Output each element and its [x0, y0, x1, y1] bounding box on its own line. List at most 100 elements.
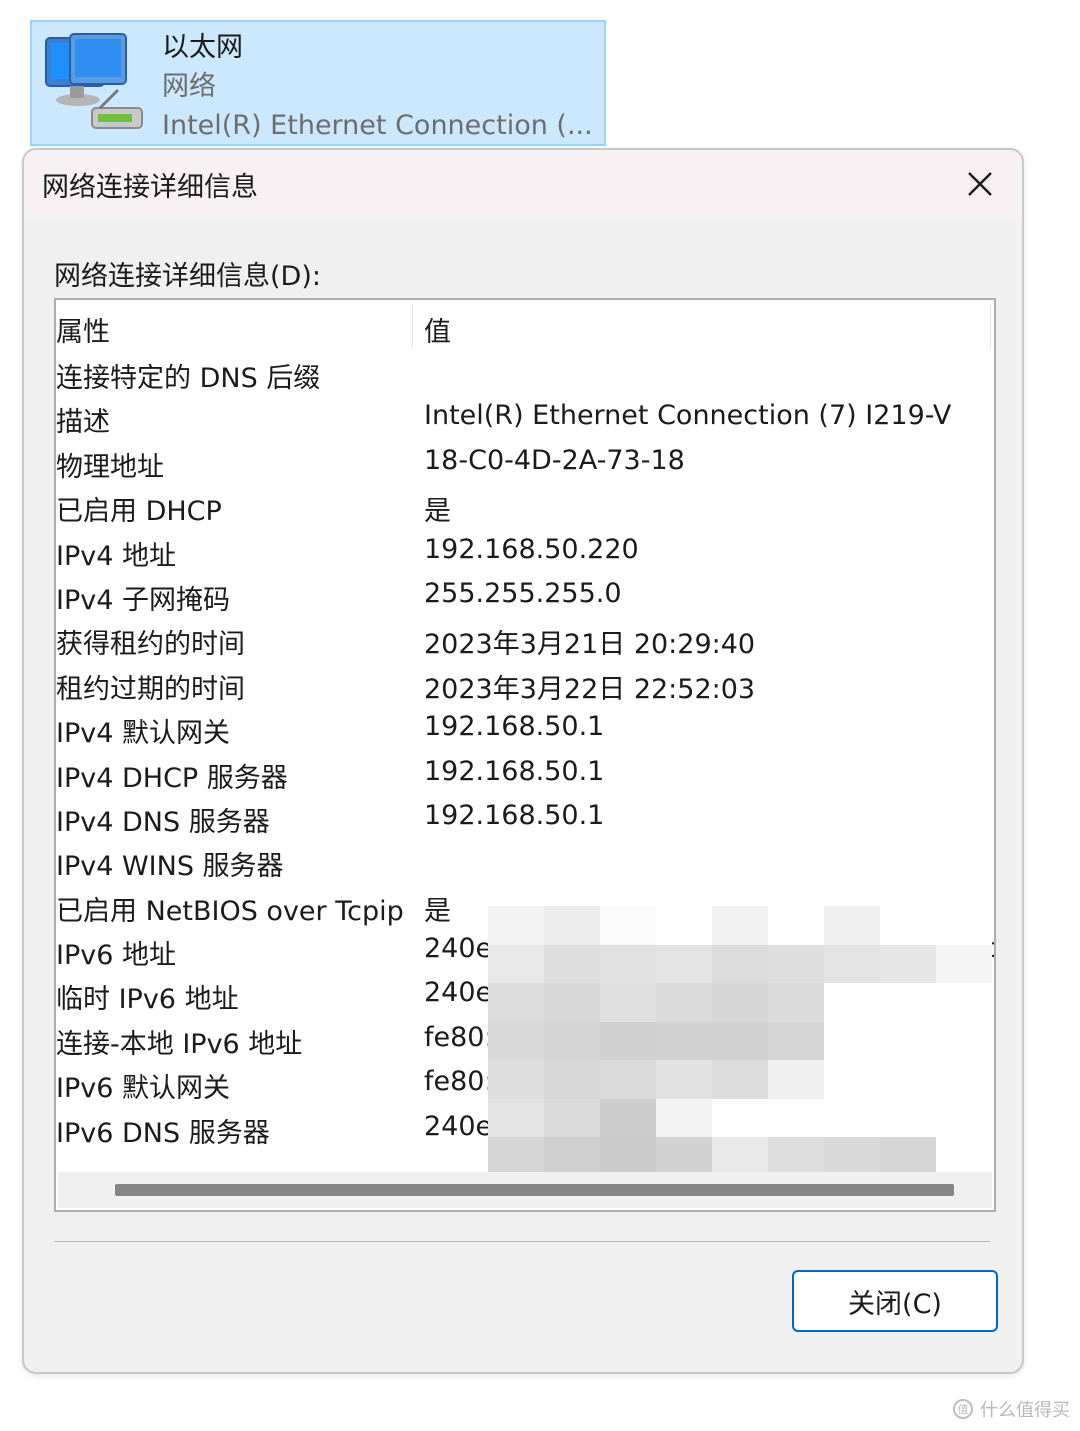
watermark-logo-icon: 值 — [953, 1399, 973, 1419]
redaction-block — [880, 944, 936, 985]
row-value: 2023年3月21日 20:29:40 — [424, 629, 756, 661]
row-value: 是 — [424, 496, 451, 528]
table-row[interactable]: 物理地址 18-C0-4D-2A-73-18 — [56, 441, 994, 485]
table-row[interactable]: IPv4 WINS 服务器 — [56, 840, 994, 884]
row-property: 已启用 NetBIOS over Tcpip — [56, 895, 404, 927]
row-value: fe80: — [424, 1021, 494, 1053]
row-value: 192.168.50.1 — [424, 755, 605, 787]
redaction-block — [600, 1060, 656, 1101]
table-row[interactable]: IPv4 子网掩码 255.255.255.0 — [56, 574, 994, 618]
redaction-block — [712, 1098, 768, 1139]
redaction-block — [936, 1060, 992, 1101]
table-row[interactable]: 描述 Intel(R) Ethernet Connection (7) I219-… — [56, 396, 994, 440]
row-property: 已启用 DHCP — [56, 496, 222, 528]
row-value: Intel(R) Ethernet Connection (7) I219-V — [424, 400, 952, 432]
row-property: IPv4 子网掩码 — [56, 584, 230, 616]
redaction-block — [544, 1021, 600, 1062]
redaction-block — [712, 944, 768, 985]
redaction-block — [768, 1060, 824, 1101]
row-property: 描述 — [56, 407, 110, 439]
redaction-block — [712, 1021, 768, 1062]
column-header-value[interactable]: 值 — [424, 310, 451, 349]
redaction-block — [768, 1021, 824, 1062]
row-value: 240e — [424, 1110, 493, 1142]
row-property: 租约过期的时间 — [56, 673, 245, 705]
redaction-block — [488, 1060, 544, 1101]
redaction-block — [656, 944, 712, 985]
row-property: IPv6 默认网关 — [56, 1073, 230, 1105]
redaction-block — [768, 1098, 824, 1139]
details-list-view[interactable]: 属性 值 连接特定的 DNS 后缀描述 Intel(R) Ethernet Con… — [54, 298, 996, 1212]
horizontal-scrollbar-thumb[interactable] — [115, 1184, 954, 1196]
row-property: 获得租约的时间 — [56, 629, 245, 661]
redaction-block — [880, 906, 936, 946]
table-row[interactable]: IPv4 DNS 服务器 192.168.50.1 — [56, 796, 994, 840]
watermark: 值 什么值得买 — [952, 1396, 1070, 1422]
table-row[interactable]: IPv4 DHCP 服务器 192.168.50.1 — [56, 752, 994, 796]
close-icon[interactable] — [960, 164, 1000, 204]
row-property: IPv4 DHCP 服务器 — [56, 762, 288, 794]
redaction-block — [768, 983, 824, 1024]
redaction-block — [936, 1021, 992, 1062]
redaction-block — [936, 1098, 992, 1139]
redaction-block — [824, 1060, 880, 1101]
horizontal-scrollbar[interactable] — [58, 1172, 992, 1208]
column-separator[interactable] — [412, 304, 413, 348]
row-property: IPv4 DNS 服务器 — [56, 806, 270, 838]
redaction-block — [488, 1021, 544, 1062]
redaction-block — [880, 1021, 936, 1062]
table-row[interactable]: IPv4 默认网关 192.168.50.1 — [56, 707, 994, 751]
adapter-device: Intel(R) Ethernet Connection (... — [162, 110, 593, 141]
row-property: IPv4 WINS 服务器 — [56, 851, 284, 883]
redaction-block — [824, 1098, 880, 1139]
redaction-block — [544, 983, 600, 1024]
column-header-property[interactable]: 属性 — [56, 310, 110, 349]
redaction-block — [824, 1021, 880, 1062]
row-property: 物理地址 — [56, 451, 164, 483]
row-value: 18-C0-4D-2A-73-18 — [424, 444, 685, 476]
redaction-block — [768, 944, 824, 985]
row-property: IPv6 地址 — [56, 940, 176, 972]
row-value: 240e — [424, 933, 493, 965]
table-row[interactable]: IPv4 地址 192.168.50.220 — [56, 530, 994, 574]
watermark-text: 什么值得买 — [980, 1400, 1070, 1421]
column-separator[interactable] — [990, 304, 991, 348]
redaction-block — [880, 1060, 936, 1101]
redaction-block — [656, 1098, 712, 1139]
table-row[interactable]: 租约过期的时间 2023年3月22日 22:52:03 — [56, 663, 994, 707]
table-row[interactable]: 连接特定的 DNS 后缀 — [56, 352, 994, 396]
row-value: 255.255.255.0 — [424, 577, 622, 609]
dialog-divider — [54, 1241, 990, 1242]
table-row[interactable]: 已启用 DHCP 是 — [56, 485, 994, 529]
redaction-block — [488, 944, 544, 985]
redaction-block — [488, 983, 544, 1024]
redaction-block — [544, 1098, 600, 1139]
row-value: fe80: — [424, 1066, 494, 1098]
redaction-block — [656, 1060, 712, 1101]
redaction-block — [824, 983, 880, 1024]
redaction-block — [824, 944, 880, 985]
redaction-block — [656, 983, 712, 1024]
network-computer-icon — [40, 28, 152, 140]
row-value: 192.168.50.1 — [424, 799, 605, 831]
redaction-block — [880, 983, 936, 1024]
redaction-block — [712, 906, 768, 946]
row-value: 240e — [424, 977, 493, 1009]
table-row[interactable]: 获得租约的时间 2023年3月21日 20:29:40 — [56, 618, 994, 662]
redaction-block — [936, 944, 992, 985]
redaction-block — [656, 906, 712, 946]
redaction-block — [600, 944, 656, 985]
svg-text:值: 值 — [958, 1403, 969, 1416]
redaction-block — [712, 1060, 768, 1101]
list-header: 属性 值 — [56, 300, 994, 352]
row-property: IPv4 默认网关 — [56, 718, 230, 750]
adapter-info: 以太网 网络 Intel(R) Ethernet Connection (... — [162, 28, 593, 145]
pixelated-redaction — [488, 906, 992, 1178]
row-value: 2023年3月22日 22:52:03 — [424, 673, 756, 705]
dialog-title: 网络连接详细信息 — [42, 172, 258, 203]
adapter-tile-ethernet[interactable]: 以太网 网络 Intel(R) Ethernet Connection (... — [30, 20, 606, 146]
redaction-block — [936, 983, 992, 1024]
close-button[interactable]: 关闭(C) — [792, 1270, 998, 1332]
redaction-block — [824, 906, 880, 946]
row-property: 连接-本地 IPv6 地址 — [56, 1028, 303, 1060]
